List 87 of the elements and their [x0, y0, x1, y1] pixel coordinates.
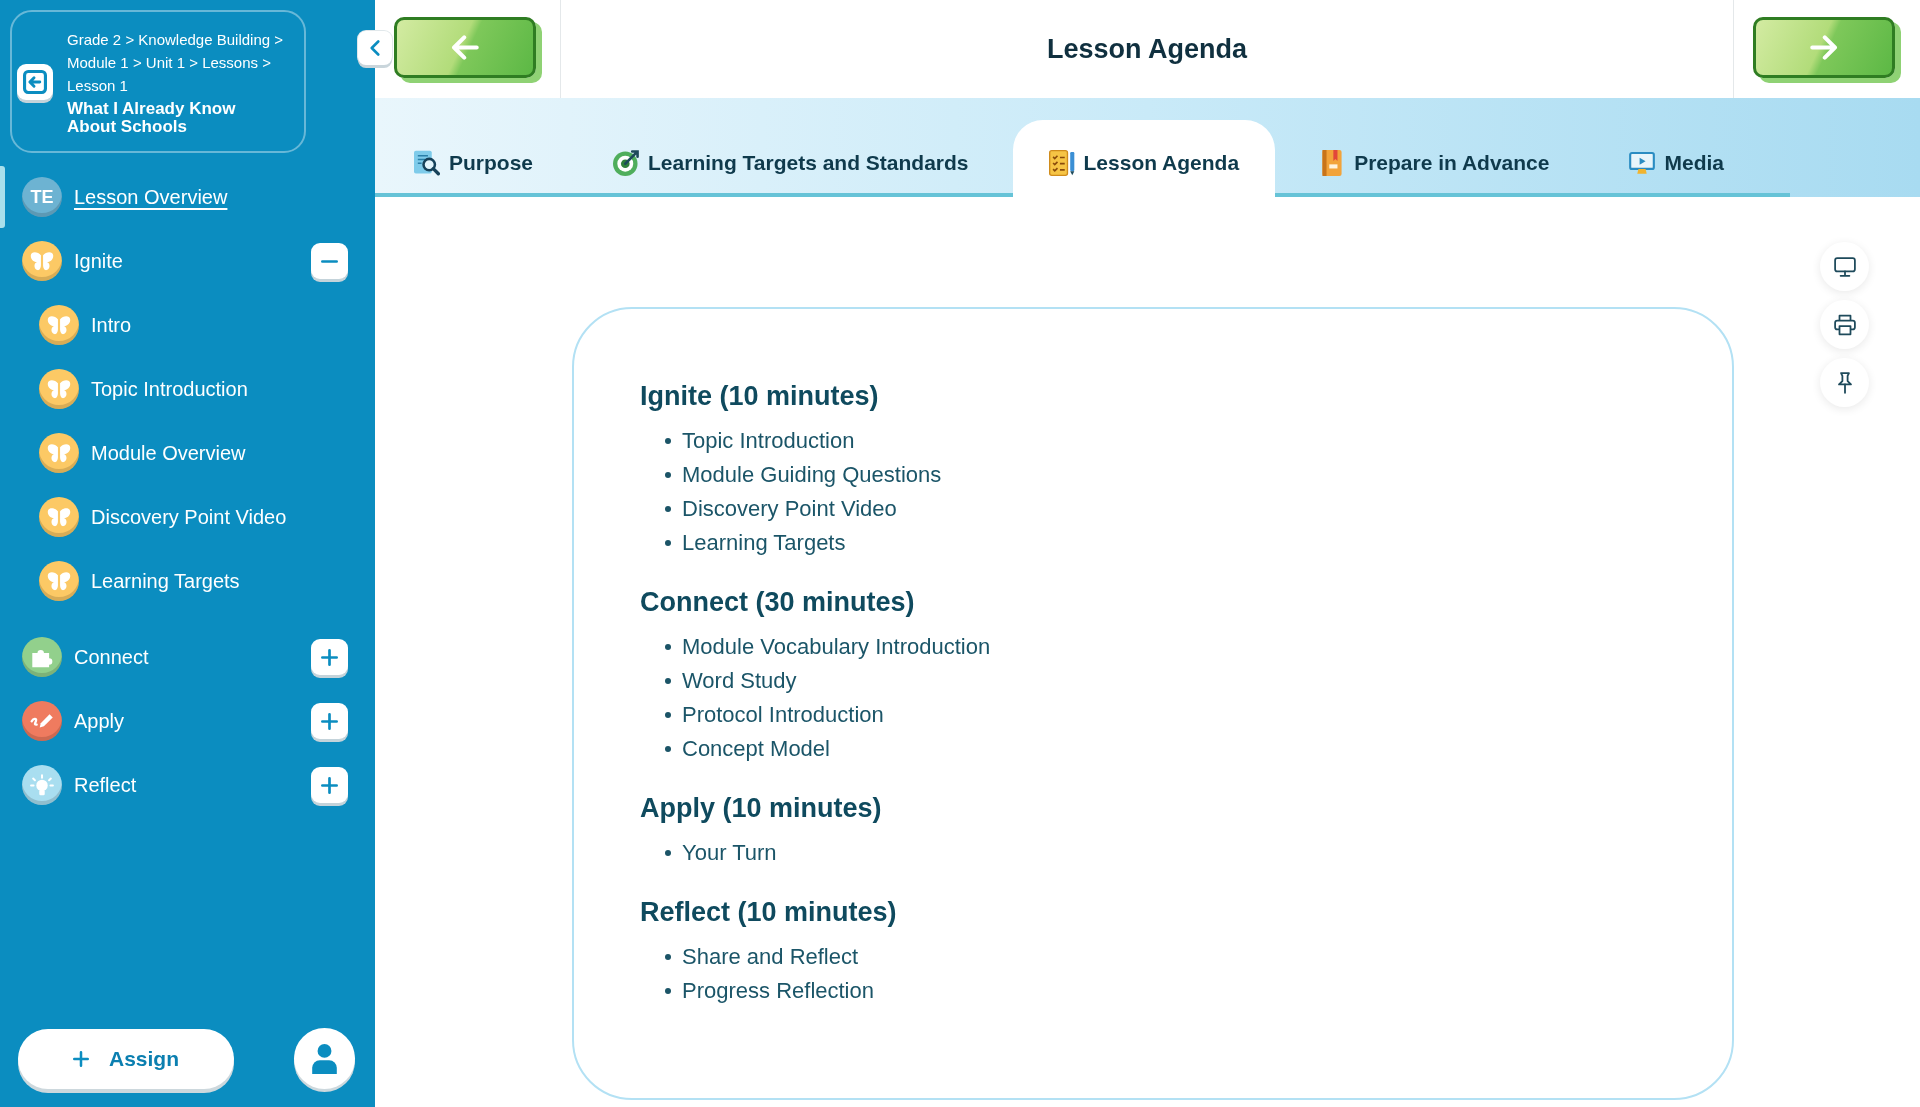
- agenda-item: Your Turn: [682, 839, 777, 867]
- print-button[interactable]: [1820, 300, 1869, 349]
- plus-icon: [73, 1050, 89, 1067]
- tab[interactable]: Prepare in Advance: [1283, 120, 1586, 197]
- expand-button[interactable]: [311, 703, 348, 739]
- bullet-icon: [665, 472, 671, 478]
- bullet-icon: [665, 988, 671, 994]
- collapse-button[interactable]: [311, 243, 348, 279]
- selection-indicator: [0, 166, 5, 228]
- initials-badge: TE: [22, 177, 62, 217]
- butterfly-icon: [39, 561, 79, 601]
- nav-link[interactable]: Topic Introduction: [91, 374, 248, 404]
- agenda-heading: Apply (10 minutes): [640, 792, 883, 824]
- exit-button[interactable]: [17, 63, 53, 100]
- lesson-title: What I Already Know About Schools: [67, 99, 237, 136]
- agenda-item: Module Vocabulary Introduction: [682, 633, 991, 661]
- pin-button[interactable]: [1820, 358, 1869, 407]
- expand-button[interactable]: [311, 767, 348, 803]
- plus-icon: [321, 712, 338, 730]
- bullet-icon: [665, 540, 671, 546]
- plus-icon: [321, 776, 338, 794]
- print-icon: [1833, 313, 1856, 336]
- nav-link[interactable]: Learning Targets: [91, 566, 240, 596]
- nav-link[interactable]: Connect: [74, 642, 149, 672]
- agenda-item: Share and Reflect: [682, 943, 859, 971]
- chevron-left-icon: [370, 40, 380, 56]
- agenda-item: Learning Targets: [682, 529, 846, 557]
- breadcrumb-link[interactable]: Module 1: [67, 53, 129, 71]
- bullet-icon: [665, 712, 671, 718]
- breadcrumb-separator: >: [189, 53, 198, 71]
- plus-icon: [321, 648, 338, 666]
- bullet-icon: [665, 746, 671, 752]
- breadcrumb-link[interactable]: Lessons: [202, 53, 258, 71]
- agenda-item: Progress Reflection: [682, 977, 874, 1005]
- agenda-item: Word Study: [682, 667, 797, 695]
- exit-icon: [23, 69, 47, 94]
- nav-link[interactable]: Ignite: [74, 246, 123, 276]
- breadcrumb-link[interactable]: Lesson 1: [67, 76, 128, 94]
- breadcrumb-link[interactable]: Knowledge Building: [138, 30, 271, 48]
- agenda-item: Discovery Point Video: [682, 495, 897, 523]
- arrow-left-icon: [449, 34, 480, 60]
- present-button[interactable]: [1820, 242, 1869, 291]
- nav-link[interactable]: Apply: [74, 706, 125, 736]
- butterfly-icon: [39, 433, 79, 473]
- bullet-icon: [665, 850, 671, 856]
- tab[interactable]: Purpose: [378, 120, 570, 197]
- agenda-item: Topic Introduction: [682, 427, 855, 455]
- bullet-icon: [665, 678, 671, 684]
- bullet-icon: [665, 644, 671, 650]
- agenda-heading: Reflect (10 minutes): [640, 896, 898, 928]
- profile-button[interactable]: [294, 1028, 355, 1089]
- breadcrumb-separator: >: [274, 30, 283, 48]
- breadcrumb-separator: >: [262, 53, 271, 71]
- monitor-play-icon: [1629, 149, 1656, 176]
- tab[interactable]: Learning Targets and Standards: [577, 120, 1005, 197]
- nav-link[interactable]: Reflect: [74, 770, 137, 800]
- agenda-item: Module Guiding Questions: [682, 461, 942, 489]
- nav-link[interactable]: Intro: [91, 310, 132, 340]
- bullet-icon: [665, 438, 671, 444]
- breadcrumb-separator: >: [125, 30, 135, 48]
- bullet-icon: [665, 506, 671, 512]
- collapse-sidebar-button[interactable]: [358, 31, 392, 65]
- tab[interactable]: Media: [1593, 120, 1760, 197]
- agenda-item: Protocol Introduction: [682, 701, 884, 729]
- agenda-item: Concept Model: [682, 735, 830, 763]
- target-icon: [613, 149, 640, 176]
- agenda-heading: Connect (30 minutes): [640, 586, 916, 618]
- page-title: Lesson Agenda: [1046, 32, 1247, 66]
- arrow-right-icon: [1809, 34, 1839, 60]
- butterfly-icon: [39, 305, 79, 345]
- breadcrumb-link[interactable]: Unit 1: [145, 53, 185, 71]
- minus-icon: [321, 259, 338, 263]
- nav-link[interactable]: Module Overview: [91, 438, 246, 468]
- tab[interactable]: Lesson Agenda: [1012, 120, 1276, 197]
- checklist-icon: [1048, 149, 1075, 176]
- butterfly-icon: [39, 369, 79, 409]
- nav-link[interactable]: Discovery Point Video: [91, 502, 287, 532]
- document-search-icon: [414, 149, 440, 176]
- agenda-heading: Ignite (10 minutes): [640, 380, 880, 412]
- person-icon: [312, 1043, 337, 1074]
- nav-link[interactable]: Lesson Overview: [74, 182, 228, 212]
- expand-button[interactable]: [311, 639, 348, 675]
- bullet-icon: [665, 954, 671, 960]
- breadcrumb-separator: >: [132, 53, 142, 71]
- monitor-icon: [1833, 255, 1856, 278]
- butterfly-icon: [39, 497, 79, 537]
- breadcrumb-link[interactable]: Grade 2: [67, 30, 122, 48]
